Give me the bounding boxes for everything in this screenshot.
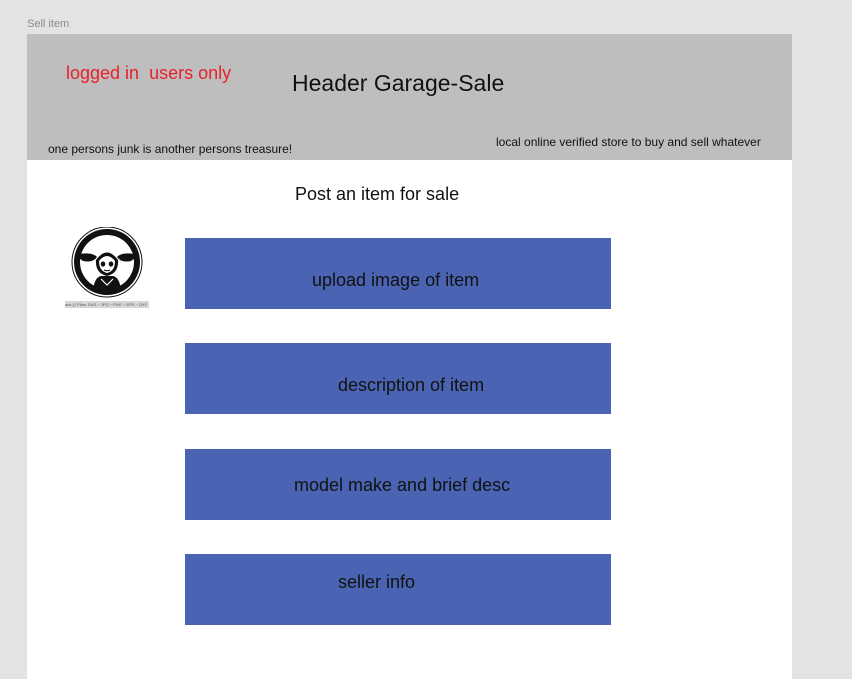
page-heading: Post an item for sale: [295, 184, 460, 204]
upload-image-button[interactable]: upload image of item: [185, 238, 611, 309]
item-thumbnail: ave (1 Files: SVG ~ JPG ~ PNG ~ EPS ~ DX…: [65, 226, 149, 309]
model-make-button[interactable]: model make and brief desc: [185, 449, 611, 520]
page-header: logged in users only Header Garage-Sale …: [27, 34, 792, 160]
model-make-label: model make and brief desc: [294, 475, 511, 495]
tagline-left: one persons junk is another persons trea…: [48, 142, 293, 156]
description-label: description of item: [338, 375, 485, 395]
thumbnail-caption: ave (1 Files: SVG ~ JPG ~ PNG ~ EPS ~ DX…: [65, 301, 149, 308]
upload-image-label: upload image of item: [312, 270, 480, 290]
sell-item-frame: logged in users only Header Garage-Sale …: [27, 34, 792, 679]
tagline-right: local online verified store to buy and s…: [496, 135, 761, 149]
description-button[interactable]: description of item: [185, 343, 611, 414]
login-notice: logged in users only: [66, 63, 232, 83]
seller-info-label: seller info: [338, 572, 416, 592]
frame-label: Sell item: [27, 18, 70, 30]
baby-yoda-logo-icon: [71, 226, 143, 298]
seller-info-button[interactable]: seller info: [185, 554, 611, 625]
header-title: Header Garage-Sale: [292, 70, 505, 96]
